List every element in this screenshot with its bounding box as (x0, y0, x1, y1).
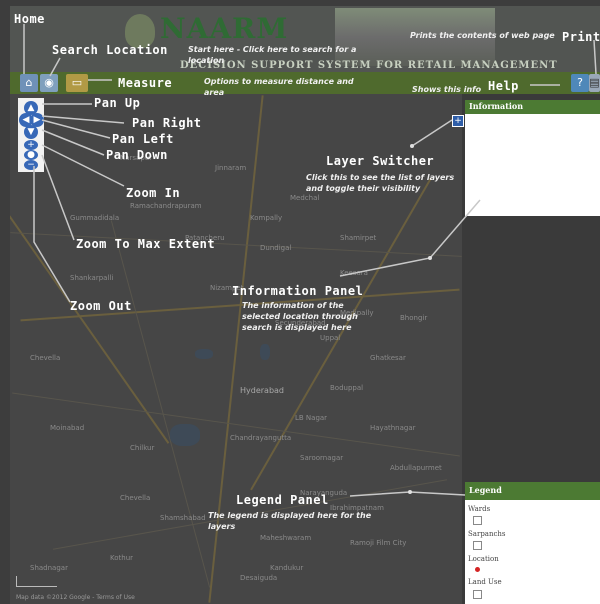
annotation-pan-up: Pan Up (94, 96, 141, 110)
annotation-search-desc: Start here - Click here to search for a … (188, 45, 357, 65)
annotation-zoom-in: Zoom In (126, 186, 181, 200)
annotation-home: Home (14, 12, 45, 26)
annotation-measure: Measure (118, 76, 173, 90)
annotation-information-panel-desc: The information of the selected location… (242, 301, 358, 332)
annotation-search-location: Search Location (52, 43, 168, 57)
annotation-print: Print (562, 30, 600, 44)
annotation-layer-switcher-desc: Click this to see the list of layers and… (306, 173, 455, 193)
annotation-print-desc: Prints the contents of web page (410, 31, 555, 40)
annotation-pan-down: Pan Down (106, 148, 168, 162)
annotation-legend-panel: Legend Panel (236, 493, 329, 507)
annotation-zoom-out: Zoom Out (70, 299, 132, 313)
annotation-pan-left: Pan Left (112, 132, 174, 146)
annotation-information-panel: Information Panel (232, 284, 364, 298)
annotation-help: Help (488, 79, 519, 93)
annotation-legend-panel-desc: The legend is displayed here for the lay… (208, 511, 372, 531)
annotation-measure-desc: Options to measure distance and area (204, 77, 354, 97)
annotation-pan-right: Pan Right (132, 116, 202, 130)
annotation-layer-switcher: Layer Switcher (326, 154, 435, 168)
annotation-help-desc: Shows this info (412, 85, 482, 94)
annotation-zoom-max-extent: Zoom To Max Extent (76, 237, 216, 251)
